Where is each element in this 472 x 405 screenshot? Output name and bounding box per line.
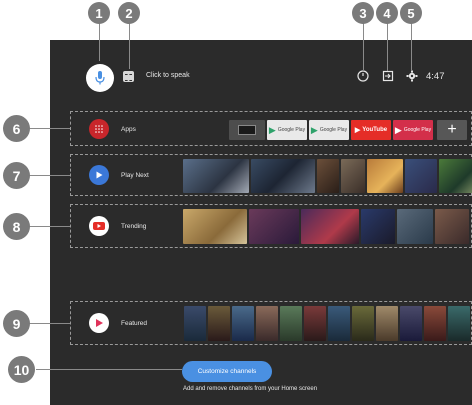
trending-thumb[interactable] — [397, 209, 433, 244]
play-next-thumb[interactable] — [317, 159, 339, 193]
keyboard-icon[interactable] — [123, 71, 134, 82]
play-next-icon[interactable] — [89, 165, 109, 185]
add-app-button[interactable]: + — [437, 120, 467, 140]
tv-icon — [238, 125, 256, 135]
featured-thumb[interactable] — [304, 306, 326, 341]
featured-label: Featured — [121, 320, 148, 327]
timer-icon[interactable] — [356, 69, 370, 83]
featured-thumb[interactable] — [208, 306, 230, 341]
callout-leader — [99, 23, 100, 61]
trending-label: Trending — [121, 223, 147, 230]
callout-5: 5 — [400, 2, 422, 24]
plus-icon: + — [447, 121, 457, 138]
play-next-thumb[interactable] — [405, 159, 437, 193]
play-movies-icon[interactable] — [89, 313, 109, 333]
featured-thumb[interactable] — [400, 306, 422, 341]
trending-thumb[interactable] — [301, 209, 359, 244]
featured-thumb[interactable] — [280, 306, 302, 341]
callout-9: 9 — [3, 310, 30, 337]
app-tile-play-movies[interactable]: ▶ Google Play — [267, 120, 307, 140]
app-tile-play-store[interactable]: ▶ Google Play — [309, 120, 349, 140]
trending-row: Trending — [70, 204, 472, 248]
play-next-thumb[interactable] — [251, 159, 315, 193]
callout-leader — [28, 226, 70, 227]
app-tile-youtube[interactable]: ▶ YouTube — [351, 120, 391, 140]
callout-leader — [411, 23, 412, 71]
callout-7: 7 — [3, 162, 30, 189]
callout-leader — [363, 23, 364, 71]
play-store-icon: ▶ — [310, 124, 318, 135]
app-tile-play-music[interactable]: ▶ Google Play — [393, 120, 433, 140]
featured-row: Featured — [70, 301, 472, 345]
play-next-thumb[interactable] — [439, 159, 472, 193]
play-store-icon: ▶ — [268, 124, 276, 135]
callout-8: 8 — [3, 213, 30, 240]
featured-thumb[interactable] — [328, 306, 350, 341]
callout-10: 10 — [8, 356, 35, 383]
featured-thumb[interactable] — [424, 306, 446, 341]
mic-icon — [95, 71, 105, 85]
customize-hint: Add and remove channels from your Home s… — [183, 386, 318, 392]
featured-thumb[interactable] — [184, 306, 206, 341]
callout-leader — [387, 23, 388, 71]
callout-2: 2 — [118, 2, 140, 24]
input-icon[interactable] — [381, 69, 395, 83]
callout-6: 6 — [3, 115, 30, 142]
clock: 4:47 — [426, 71, 445, 82]
speak-hint: Click to speak — [146, 72, 190, 79]
play-next-thumbnails — [183, 159, 472, 193]
play-next-thumb[interactable] — [367, 159, 403, 193]
callout-4: 4 — [376, 2, 398, 24]
callout-leader — [36, 369, 182, 370]
callout-leader — [28, 128, 70, 129]
featured-thumb[interactable] — [448, 306, 470, 341]
youtube-icon: ▶ — [354, 127, 361, 134]
callout-leader — [129, 23, 130, 69]
featured-thumb[interactable] — [376, 306, 398, 341]
featured-thumbnails — [184, 306, 470, 341]
tv-home-screen: Click to speak 4:47 Apps ▶ Google Play ▶… — [50, 40, 472, 405]
apps-label: Apps — [121, 126, 136, 133]
trending-thumb[interactable] — [183, 209, 247, 244]
play-next-thumb[interactable] — [341, 159, 365, 193]
play-next-row: Play Next — [70, 154, 472, 196]
apps-row: Apps ▶ Google Play ▶ Google Play ▶ YouTu… — [70, 111, 472, 146]
play-music-icon: ▶ — [394, 124, 402, 135]
callout-1: 1 — [88, 2, 110, 24]
trending-thumb[interactable] — [249, 209, 299, 244]
trending-thumb[interactable] — [361, 209, 395, 244]
play-next-thumb[interactable] — [183, 159, 249, 193]
youtube-icon[interactable] — [89, 216, 109, 236]
apps-icon[interactable] — [89, 119, 109, 139]
trending-thumb[interactable] — [435, 209, 469, 244]
callout-leader — [28, 175, 70, 176]
gear-icon[interactable] — [405, 69, 419, 83]
voice-search-button[interactable] — [86, 64, 114, 92]
callout-3: 3 — [352, 2, 374, 24]
app-tile-tv[interactable] — [229, 120, 265, 140]
customize-channels-button[interactable]: Customize channels — [182, 361, 272, 382]
play-next-label: Play Next — [121, 172, 149, 179]
featured-thumb[interactable] — [352, 306, 374, 341]
callout-leader — [28, 323, 70, 324]
featured-thumb[interactable] — [232, 306, 254, 341]
featured-thumb[interactable] — [256, 306, 278, 341]
trending-thumbnails — [183, 209, 469, 244]
